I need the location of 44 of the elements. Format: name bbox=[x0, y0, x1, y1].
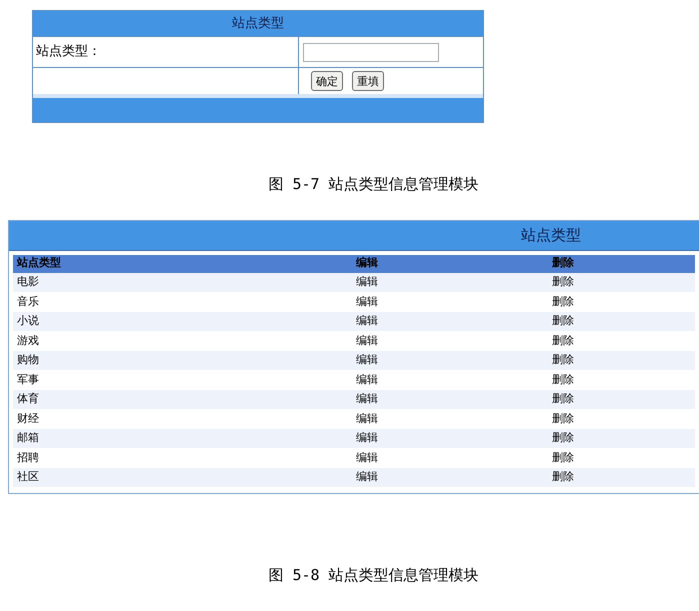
table-cell: 招聘 bbox=[17, 450, 39, 464]
table-cell: 游戏 bbox=[17, 334, 39, 346]
edit-link[interactable]: 编辑 bbox=[356, 450, 378, 464]
edit-link[interactable]: 编辑 bbox=[356, 372, 378, 386]
edit-link[interactable]: 编辑 bbox=[356, 353, 378, 366]
delete-link[interactable]: 删除 bbox=[552, 353, 574, 366]
table-cell: 购物 bbox=[17, 353, 39, 366]
edit-link[interactable]: 编辑 bbox=[356, 412, 378, 424]
delete-link[interactable]: 删除 bbox=[552, 450, 574, 464]
delete-link[interactable]: 删除 bbox=[552, 275, 574, 288]
delete-link[interactable]: 删除 bbox=[552, 392, 574, 405]
panel-title: 站点类型 bbox=[232, 14, 284, 33]
delete-link[interactable]: 删除 bbox=[552, 314, 574, 327]
table-cell: 财经 bbox=[17, 412, 39, 424]
column-header: 编辑 bbox=[356, 255, 379, 272]
delete-link[interactable]: 删除 bbox=[552, 412, 574, 424]
delete-link[interactable]: 删除 bbox=[552, 334, 574, 346]
edit-link[interactable]: 编辑 bbox=[356, 314, 378, 327]
edit-link[interactable]: 编辑 bbox=[356, 334, 378, 346]
column-header: 删除 bbox=[552, 255, 575, 272]
figure-caption: 图 5-8 站点类型信息管理模块 bbox=[268, 564, 479, 586]
edit-link[interactable]: 编辑 bbox=[356, 392, 378, 405]
delete-link[interactable]: 删除 bbox=[552, 431, 574, 444]
input-field[interactable] bbox=[303, 42, 439, 62]
panel-title: 站点类型 bbox=[521, 224, 581, 246]
form-button[interactable]: 确定 bbox=[311, 71, 343, 91]
table-cell: 小说 bbox=[17, 314, 39, 327]
delete-link[interactable]: 删除 bbox=[552, 294, 574, 308]
figure-caption: 图 5-7 站点类型信息管理模块 bbox=[268, 174, 479, 195]
field-label: 站点类型： bbox=[36, 43, 101, 62]
edit-link[interactable]: 编辑 bbox=[356, 470, 378, 483]
table-cell: 体育 bbox=[17, 392, 39, 405]
table-cell: 音乐 bbox=[17, 294, 39, 308]
column-header: 站点类型 bbox=[16, 255, 62, 272]
form-button[interactable]: 重填 bbox=[352, 71, 384, 91]
edit-link[interactable]: 编辑 bbox=[356, 275, 378, 288]
table-cell: 邮箱 bbox=[17, 431, 39, 444]
table-cell: 军事 bbox=[17, 372, 39, 386]
table-cell: 电影 bbox=[17, 275, 39, 288]
delete-link[interactable]: 删除 bbox=[552, 372, 574, 386]
edit-link[interactable]: 编辑 bbox=[356, 294, 378, 308]
delete-link[interactable]: 删除 bbox=[552, 470, 574, 483]
edit-link[interactable]: 编辑 bbox=[356, 431, 378, 444]
table-cell: 社区 bbox=[17, 470, 39, 483]
